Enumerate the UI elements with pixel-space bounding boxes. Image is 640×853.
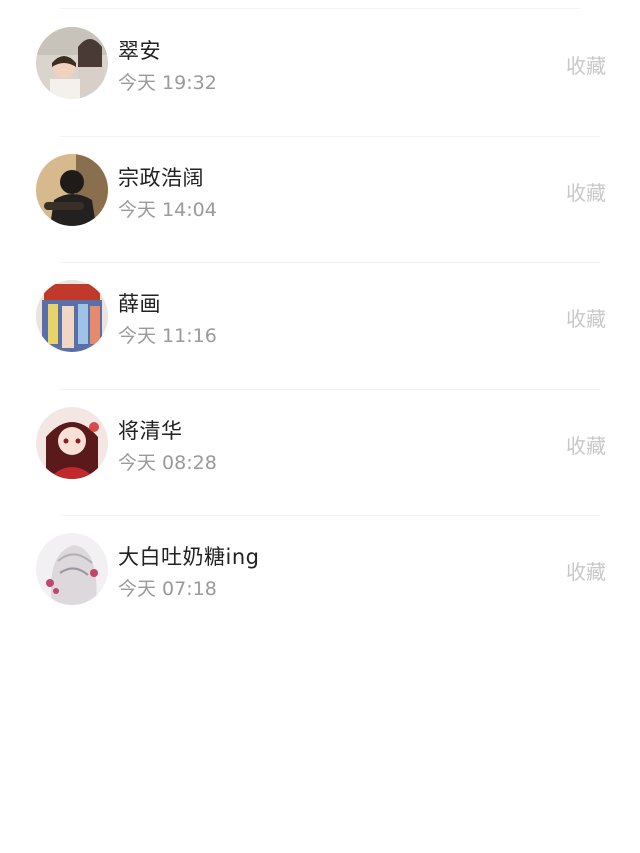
favorite-button[interactable]: 收藏 [566, 50, 606, 79]
favorite-button[interactable]: 收藏 [566, 430, 606, 459]
avatar[interactable] [36, 533, 108, 605]
list-item[interactable]: 宗政浩阔 今天 14:04 收藏 [0, 137, 640, 264]
visit-time: 今天 19:32 [118, 72, 217, 94]
visitor-name: 大白吐奶糖ing [118, 545, 260, 569]
list-item[interactable]: 翠安 今天 19:32 收藏 [0, 10, 640, 137]
visit-time: 今天 11:16 [118, 325, 217, 347]
list-item[interactable]: 将清华 今天 08:28 收藏 [0, 390, 640, 517]
visitor-list: 翠安 今天 19:32 收藏 宗政浩阔 今天 14:04 收藏 薛画 今天 11… [0, 10, 640, 643]
favorite-button[interactable]: 收藏 [566, 556, 606, 585]
avatar[interactable] [36, 280, 108, 352]
visitor-name: 薛画 [118, 292, 161, 316]
avatar[interactable] [36, 153, 108, 226]
visit-time: 今天 07:18 [118, 578, 217, 600]
visit-time: 今天 14:04 [118, 198, 217, 221]
visitor-name: 将清华 [118, 418, 183, 443]
top-divider [60, 8, 580, 9]
list-item[interactable]: 大白吐奶糖ing 今天 07:18 收藏 [0, 516, 640, 643]
avatar[interactable] [36, 27, 108, 99]
visit-time: 今天 08:28 [118, 451, 217, 474]
avatar[interactable] [36, 406, 108, 479]
visitor-name: 翠安 [118, 39, 161, 63]
favorite-button[interactable]: 收藏 [566, 177, 606, 206]
list-item[interactable]: 薛画 今天 11:16 收藏 [0, 263, 640, 390]
favorite-button[interactable]: 收藏 [566, 303, 606, 332]
visitor-name: 宗政浩阔 [118, 165, 204, 190]
